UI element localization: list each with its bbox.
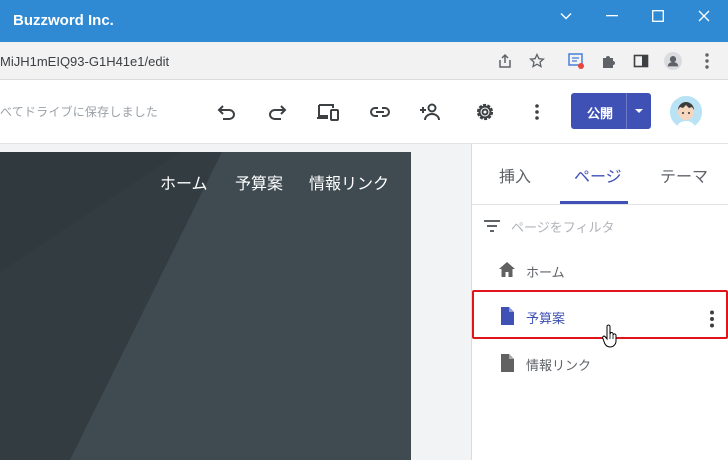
window-titlebar: Buzzword Inc.: [0, 0, 728, 42]
tab-themes[interactable]: テーマ: [660, 163, 708, 187]
minimize-icon[interactable]: [589, 0, 635, 32]
window-title: Buzzword Inc.: [13, 12, 114, 29]
preview-devices-icon[interactable]: [316, 100, 340, 124]
settings-icon[interactable]: [473, 100, 497, 124]
reader-icon[interactable]: [567, 52, 585, 70]
editor-toolbar: べてドライブに保存しました 公開: [0, 80, 728, 144]
site-nav-budget[interactable]: 予算案: [235, 170, 283, 194]
more-vert-icon[interactable]: [525, 100, 549, 124]
site-header-preview[interactable]: ホーム 予算案 情報リンク: [0, 152, 411, 460]
filter-icon[interactable]: [482, 216, 502, 236]
add-person-icon[interactable]: [420, 100, 444, 124]
redo-icon[interactable]: [266, 100, 290, 124]
chevron-down-icon[interactable]: [543, 0, 589, 32]
omnibox[interactable]: MiJH1mEIQ93-G1H41e1/edit: [0, 46, 555, 76]
save-status: べてドライブに保存しました: [0, 105, 159, 119]
sidepanel-icon[interactable]: [632, 52, 650, 70]
puzzle-icon[interactable]: [600, 52, 618, 70]
kebab-icon[interactable]: [698, 52, 716, 70]
page-item-label: 情報リンク: [526, 359, 592, 374]
page-item-label: ホーム: [526, 266, 565, 281]
publish-divider: [626, 93, 627, 129]
filter-input[interactable]: ページをフィルタ: [511, 217, 614, 236]
page-item-info-links[interactable]: 情報リンク: [472, 340, 728, 386]
share-icon[interactable]: [496, 52, 514, 70]
tab-pages[interactable]: ページ: [574, 163, 622, 187]
profile-icon[interactable]: [664, 52, 682, 70]
page-icon: [501, 354, 514, 372]
editor-canvas: ホーム 予算案 情報リンク: [0, 144, 471, 460]
selection-highlight: [472, 290, 728, 339]
tab-divider: [472, 204, 728, 205]
hand-cursor-icon: [602, 324, 617, 348]
avatar[interactable]: [670, 96, 702, 128]
maximize-icon[interactable]: [635, 0, 681, 32]
address-bar: MiJH1mEIQ93-G1H41e1/edit: [0, 42, 728, 80]
caret-down-icon[interactable]: [632, 106, 646, 116]
site-nav-links[interactable]: 情報リンク: [309, 170, 389, 194]
tab-insert[interactable]: 挿入: [499, 163, 531, 187]
home-icon: [499, 262, 515, 277]
site-nav-home[interactable]: ホーム: [160, 170, 208, 194]
page-item-home[interactable]: ホーム: [472, 247, 728, 293]
header-background: [0, 152, 411, 460]
publish-button[interactable]: 公開: [571, 93, 651, 129]
undo-icon[interactable]: [214, 100, 238, 124]
link-icon[interactable]: [368, 100, 392, 124]
url-text[interactable]: MiJH1mEIQ93-G1H41e1/edit: [0, 54, 169, 69]
star-icon[interactable]: [528, 52, 546, 70]
close-icon[interactable]: [681, 0, 727, 32]
publish-label: 公開: [587, 107, 614, 122]
side-panel: 挿入 ページ テーマ ページをフィルタ ホーム 予算案 情報リンク: [471, 144, 728, 460]
